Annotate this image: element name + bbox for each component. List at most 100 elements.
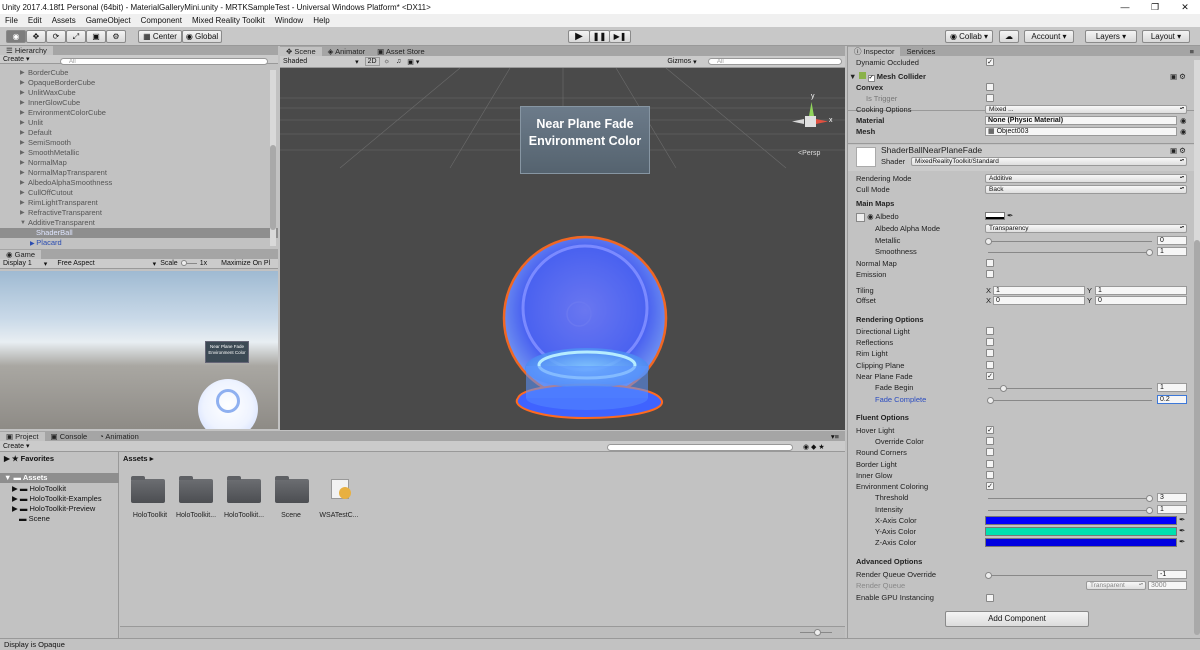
menu-gameobject[interactable]: GameObject [81, 16, 136, 25]
hierarchy-item[interactable]: ▶ EnvironmentColorCube [0, 108, 278, 118]
view-tool-button[interactable]: ◉ [6, 30, 26, 43]
panel-menu-icon[interactable]: ▾≡ [831, 432, 845, 441]
tab-asset-store[interactable]: ▣ Asset Store [371, 47, 431, 56]
maximize-on-play-toggle[interactable]: Maximize On Pl [221, 260, 270, 267]
scale-slider[interactable] [180, 260, 197, 266]
transform-tool-button[interactable]: ⚙ [106, 30, 126, 43]
collab-button[interactable]: ◉ Collab ▾ [945, 30, 993, 43]
audio-icon[interactable]: ♫ [396, 58, 401, 65]
inner-glow-checkbox[interactable] [986, 471, 994, 479]
light-icon[interactable]: ☼ [384, 58, 390, 65]
panel-menu-icon[interactable]: ≡ [1190, 47, 1200, 56]
menu-mixed-reality-toolkit[interactable]: Mixed Reality Toolkit [187, 16, 270, 25]
override-color-checkbox[interactable] [986, 437, 994, 445]
project-tree-item[interactable]: ▶ ▬ HoloToolkit-Preview [12, 504, 95, 513]
albedo-row[interactable]: ◉ Albedo [856, 211, 899, 222]
component-settings-icons[interactable]: ▣ ⚙ [1170, 71, 1186, 82]
mesh-field[interactable]: ▦ Object003 [985, 127, 1177, 136]
asset-folder[interactable] [275, 475, 313, 505]
x-axis-cone[interactable] [816, 119, 828, 124]
hierarchy-item[interactable]: ▶ BorderCube [0, 68, 278, 78]
persp-label[interactable]: <Persp [798, 150, 820, 157]
asset-folder[interactable] [131, 475, 169, 505]
metallic-value[interactable]: 0 [1157, 236, 1187, 245]
scene-search-input[interactable]: All [708, 58, 842, 65]
object-picker-icon[interactable]: ◉ [1180, 126, 1187, 137]
object-picker-icon[interactable]: ◉ [1180, 115, 1187, 126]
x-axis-color-field[interactable] [985, 516, 1177, 525]
filter-icons[interactable]: ◉ ◆ ★ [803, 443, 825, 451]
add-component-button[interactable]: Add Component [945, 611, 1089, 627]
enabled-checkbox[interactable]: ✓ [867, 75, 875, 82]
move-tool-button[interactable]: ✥ [26, 30, 46, 43]
hierarchy-item[interactable]: ▶ UnlitWaxCube [0, 88, 278, 98]
step-button[interactable]: ▶❚ [609, 30, 631, 43]
tab-project[interactable]: ▣ Project [0, 432, 45, 441]
hierarchy-search-input[interactable]: All [60, 58, 268, 65]
physic-material-field[interactable]: None (Physic Material) [985, 116, 1177, 125]
hierarchy-item[interactable]: ▶ RefractiveTransparent [0, 208, 278, 218]
rotate-tool-button[interactable]: ⟳ [46, 30, 66, 43]
slider-knob[interactable] [987, 397, 994, 404]
aspect-dropdown[interactable]: Free Aspect [57, 260, 94, 267]
mesh-collider-header[interactable]: ▼ ✓ Mesh Collider [849, 71, 926, 82]
maximize-icon[interactable]: ❐ [1140, 2, 1170, 13]
albedo-alpha-mode-dropdown[interactable]: Transparency [985, 224, 1187, 233]
clipping-plane-checkbox[interactable] [986, 361, 994, 369]
hierarchy-item[interactable]: ▶ Default [0, 128, 278, 138]
fade-complete-slider[interactable] [987, 397, 1152, 404]
metallic-slider[interactable] [985, 238, 1152, 245]
favorites-item[interactable]: ▶ ★ Favorites [4, 454, 54, 463]
menu-component[interactable]: Component [136, 16, 187, 25]
project-search-input[interactable] [607, 444, 793, 451]
eyedropper-icon[interactable]: ✒ [1179, 525, 1185, 536]
game-viewport[interactable]: Near Plane Fade Environment Color [0, 271, 278, 429]
shading-mode-dropdown[interactable]: Shaded [283, 58, 307, 65]
pause-button[interactable]: ❚❚ [589, 30, 610, 43]
scene-viewport[interactable]: Near Plane Fade Environment Color y x <P… [280, 68, 845, 430]
shader-dropdown[interactable]: MixedRealityToolkit/Standard [911, 157, 1187, 166]
neg-x-axis-cone[interactable] [792, 119, 804, 124]
slider-knob[interactable] [814, 629, 821, 636]
asset-folder[interactable] [179, 475, 217, 505]
hierarchy-item[interactable]: ▶ InnerGlowCube [0, 98, 278, 108]
menu-file[interactable]: File [0, 16, 23, 25]
hover-light-checkbox[interactable]: ✓ [986, 426, 994, 434]
component-settings-icons[interactable]: ▣ ⚙ [1170, 145, 1186, 156]
emission-checkbox[interactable] [986, 270, 994, 278]
cooking-options-dropdown[interactable]: Mixed ... [985, 105, 1187, 114]
tab-hierarchy[interactable]: ☰ Hierarchy [0, 46, 53, 55]
hierarchy-scrollbar[interactable] [270, 70, 276, 246]
slider-knob[interactable] [1146, 507, 1153, 514]
rendering-mode-dropdown[interactable]: Additive [985, 174, 1187, 183]
slider-knob[interactable] [985, 238, 992, 245]
tab-game[interactable]: ◉ Game [0, 250, 42, 259]
icon-size-slider[interactable] [800, 629, 832, 636]
intensity-slider[interactable] [988, 507, 1153, 514]
slider-knob[interactable] [985, 572, 992, 579]
account-button[interactable]: Account ▾ [1024, 30, 1074, 43]
hierarchy-item[interactable]: ▶ NormalMapTransparent [0, 168, 278, 178]
asset-file[interactable] [327, 479, 365, 509]
threshold-slider[interactable] [988, 495, 1153, 502]
menu-help[interactable]: Help [308, 16, 334, 25]
rim-light-checkbox[interactable] [986, 349, 994, 357]
tab-services[interactable]: Services [900, 47, 941, 56]
gizmos-dropdown[interactable]: Gizmos [667, 58, 691, 65]
menu-assets[interactable]: Assets [47, 16, 81, 25]
global-button[interactable]: ◉ Global [182, 30, 222, 43]
border-light-checkbox[interactable] [986, 460, 994, 468]
y-axis-color-field[interactable] [985, 527, 1177, 536]
offset-x-field[interactable]: 0 [993, 296, 1085, 305]
project-tree-item[interactable]: ▶ ▬ HoloToolkit [12, 484, 66, 493]
z-axis-color-field[interactable] [985, 538, 1177, 547]
offset-y-field[interactable]: 0 [1095, 296, 1187, 305]
menu-window[interactable]: Window [270, 16, 308, 25]
project-create-dropdown[interactable]: Create [3, 443, 24, 450]
tab-console[interactable]: ▣ Console [45, 432, 94, 441]
hierarchy-item[interactable]: ▶ CullOffCutout [0, 188, 278, 198]
hierarchy-item[interactable]: ▶ SemiSmooth [0, 138, 278, 148]
round-corners-checkbox[interactable] [986, 448, 994, 456]
fade-begin-value[interactable]: 1 [1157, 383, 1187, 392]
inspector-scrollbar[interactable] [1194, 60, 1200, 635]
